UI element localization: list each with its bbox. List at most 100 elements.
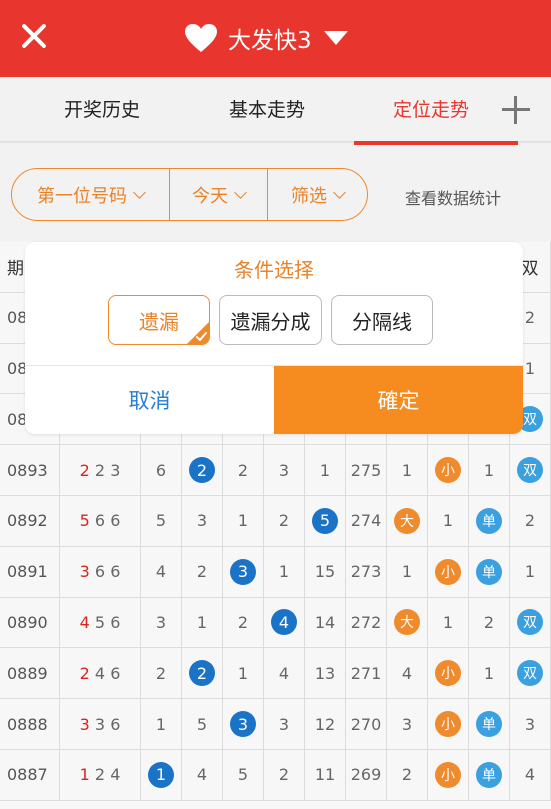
option-divider-line-label: 分隔线: [352, 309, 412, 334]
position-cell: 2: [141, 648, 182, 699]
odd-cell: 2: [469, 597, 510, 648]
draw-number-first: 1: [79, 765, 90, 785]
draw-number-third: 6: [110, 612, 121, 632]
option-missing[interactable]: 遗漏: [108, 295, 210, 345]
chevron-down-icon: [133, 185, 146, 199]
big-missing-count: 2: [401, 765, 413, 785]
period-number: 0888: [7, 714, 48, 734]
even-cell: 2: [510, 496, 551, 546]
parity-value: 2: [524, 308, 536, 328]
draw-number-second: 2: [94, 765, 106, 785]
odd-badge: 单: [476, 507, 502, 534]
missing-count: 2: [237, 612, 249, 632]
sum-cell: 273: [346, 546, 387, 597]
missing-count: 5: [237, 765, 249, 785]
period-number: 0889: [7, 663, 48, 683]
draw-number-third: 6: [110, 511, 121, 531]
small-cell: 小: [428, 699, 469, 749]
missing-count: 2: [278, 511, 290, 531]
odd-missing-count: 1: [483, 460, 495, 480]
small-badge: 小: [435, 761, 461, 788]
missing-count: 4: [155, 562, 167, 582]
confirm-button[interactable]: 確定: [274, 366, 523, 434]
position-cell: 6: [141, 445, 182, 495]
tab-bar: 开奖历史 基本走势 定位走势: [0, 77, 551, 143]
cancel-button[interactable]: 取消: [25, 366, 274, 434]
sum-cell: 270: [346, 699, 387, 749]
table-row: 0890 4 5 6 3 1 2 4 14 272 大 1 2 双: [0, 597, 551, 649]
even-cell: 1: [510, 546, 551, 597]
draw-number-second: 6: [94, 562, 106, 582]
position-filter-label: 第一位号码: [37, 185, 127, 207]
draw-number-third: 6: [110, 714, 121, 734]
odd-missing-count: 2: [483, 612, 495, 632]
close-icon[interactable]: [18, 20, 50, 52]
missing-count: 15: [314, 562, 336, 582]
sum-missing-count: 274: [350, 511, 382, 531]
even-badge: 双: [517, 457, 543, 484]
small-cell: 小: [428, 750, 469, 800]
small-missing-count: 1: [442, 612, 454, 632]
option-missing-split-label: 遗漏分成: [230, 309, 311, 334]
period-cell: 0891: [0, 546, 60, 597]
option-missing-label: 遗漏: [139, 309, 179, 334]
table-row: 0887 1 2 4 1 4 5 2 11 269 2 小单 4: [0, 750, 551, 801]
period-number: 0887: [7, 765, 48, 785]
period-cell: 0890: [0, 597, 60, 648]
odd-badge: 单: [476, 761, 502, 788]
sum-cell: 269: [346, 750, 387, 800]
missing-count: 1: [237, 663, 249, 683]
odd-cell: 1: [469, 648, 510, 699]
missing-count: 4: [196, 765, 208, 785]
draw-number-second: 5: [94, 612, 106, 632]
small-badge: 小: [435, 457, 461, 484]
draw-numbers-cell: 3 6 6: [60, 546, 141, 597]
draw-number-first: 3: [79, 562, 90, 582]
draw-number-third: 6: [110, 562, 121, 582]
period-cell: 0888: [0, 699, 60, 749]
even-missing-count: 3: [524, 714, 536, 734]
table-row: 0891 3 6 6 4 2 3 1 15 273 1 小单 1: [0, 546, 551, 598]
position-cell: 15: [305, 546, 346, 597]
winning-number-ball: 1: [148, 761, 174, 788]
position-filter[interactable]: 第一位号码: [12, 169, 170, 220]
big-missing-count: 1: [401, 562, 413, 582]
option-divider-line[interactable]: 分隔线: [331, 295, 433, 345]
day-filter[interactable]: 今天: [170, 169, 268, 220]
draw-number-second: 2: [94, 460, 106, 480]
period-cell: 0887: [0, 750, 60, 800]
tab-basic-trend[interactable]: 基本走势: [229, 77, 305, 143]
missing-count: 1: [278, 562, 290, 582]
view-stats-link[interactable]: 查看数据统计: [405, 185, 501, 209]
header-period-label: 期: [7, 259, 24, 280]
even-badge: 双: [517, 609, 543, 636]
big-missing-count: 3: [401, 714, 413, 734]
position-cell: 3: [182, 496, 223, 546]
plus-icon[interactable]: [502, 96, 530, 124]
check-icon: [187, 322, 209, 344]
missing-count: 2: [196, 562, 208, 582]
screen-filter[interactable]: 筛选: [268, 169, 367, 220]
tab-draw-history[interactable]: 开奖历史: [64, 77, 140, 143]
big-cell: 3: [387, 699, 428, 749]
even-missing-count: 2: [524, 511, 536, 531]
missing-count: 3: [278, 714, 290, 734]
caret-down-icon: [323, 31, 348, 45]
winning-number-ball: 2: [189, 660, 215, 687]
big-cell: 大: [387, 597, 428, 648]
tab-position-trend[interactable]: 定位走势: [393, 77, 469, 143]
position-cell: 4: [182, 750, 223, 800]
position-cell: 2: [264, 750, 305, 800]
lottery-selector[interactable]: 大发快3: [184, 18, 348, 58]
screen-filter-label: 筛选: [291, 185, 327, 207]
sum-missing-count: 269: [350, 765, 382, 785]
missing-count: 6: [155, 460, 167, 480]
draw-number-first: 2: [79, 663, 90, 683]
period-number: 0892: [7, 511, 48, 531]
draw-number-second: 3: [94, 714, 106, 734]
odd-badge: 单: [476, 558, 502, 585]
option-missing-split[interactable]: 遗漏分成: [219, 295, 322, 345]
odd-cell: 1: [469, 445, 510, 495]
odd-cell: 单: [469, 699, 510, 749]
sum-cell: 275: [346, 445, 387, 495]
